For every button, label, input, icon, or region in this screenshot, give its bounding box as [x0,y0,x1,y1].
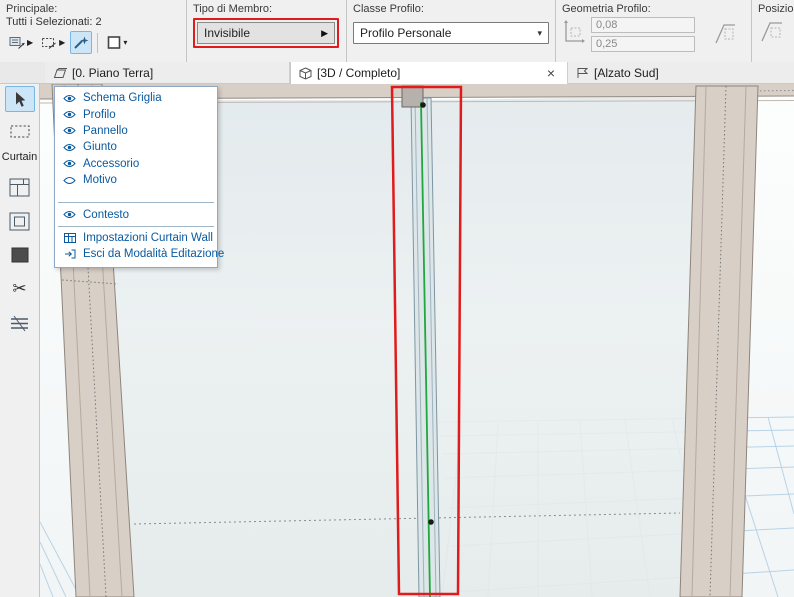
section-label-principale: Principale: [6,3,180,15]
profile-class-value: Profilo Personale [360,26,451,40]
toolbox-sidebar: Curtain ✂ [0,84,40,597]
pickup-parameters-button[interactable] [70,31,92,54]
toolbar-section-principale: Principale: Tutti i Selezionati: 2 ▶ ▶ ▾ [0,0,187,62]
geometry-depth-field[interactable] [591,36,695,52]
curtain-panel-tool[interactable] [5,242,35,268]
member-type-value: Invisibile [204,26,250,40]
menu-item-esci-modalita-editazione[interactable]: Esci da Modalità Editazione [55,246,217,262]
curtain-panel-icon [10,246,30,264]
eye-icon [62,210,77,219]
marquee-mode-icon [41,36,58,50]
menu-item-impostazioni-curtain-wall[interactable]: Impostazioni Curtain Wall [55,230,217,246]
tutorial-highlight-box: Invisibile ▶ [193,18,339,48]
toolbar-section-geometria: Geometria Profilo: [556,0,752,62]
combo-chevron-icon: ▾ [537,28,542,39]
geometry-width-field[interactable] [591,17,695,33]
member-type-dropdown[interactable]: Invisibile ▶ [197,22,335,44]
mullion-anchor-cap [402,86,423,107]
eye-icon [62,126,77,135]
section-label-classe-profilo: Classe Profilo: [353,3,549,15]
menu-item-label: Impostazioni Curtain Wall [83,232,213,244]
menu-item-label: Giunto [83,141,117,153]
eye-icon [62,159,77,168]
dropdown-caret-icon: ▶ [27,38,33,47]
tabbar-spacer [0,62,45,83]
section-label-tipo-membro: Tipo di Membro: [193,3,340,15]
curtain-scheme-tool[interactable] [5,174,35,200]
elevation-icon [576,67,589,79]
section-label-geometria: Geometria Profilo: [562,3,745,15]
layers-icon [9,315,30,332]
scissors-icon: ✂ [12,279,26,299]
curtain-frame-icon [9,212,30,231]
tab-label: [Alzato Sud] [594,66,659,80]
3d-box-icon [299,67,312,80]
info-toolbar: Principale: Tutti i Selezionati: 2 ▶ ▶ ▾ [0,0,794,62]
menu-item-profilo[interactable]: Profilo [55,106,217,122]
3d-viewport[interactable]: Schema Griglia Profilo Pannello Giunto A… [40,84,794,597]
menu-item-label: Accessorio [83,158,139,170]
menu-item-accessorio[interactable]: Accessorio [55,156,217,172]
menu-item-label: Pannello [83,125,128,137]
menu-item-pannello[interactable]: Pannello [55,123,217,139]
menu-item-label: Motivo [83,174,117,186]
menu-item-label: Contesto [83,209,129,221]
settings-grid-icon [62,233,77,243]
curtain-frame-tool[interactable] [5,208,35,234]
curtain-scheme-icon [9,178,30,197]
menu-item-label: Schema Griglia [83,92,162,104]
dropdown-caret-icon: ▾ [123,38,127,47]
archicad-window: Principale: Tutti i Selezionati: 2 ▶ ▶ ▾ [0,0,794,597]
tab-alzato-sud[interactable]: [Alzato Sud] [568,62,794,83]
marquee-mode-button[interactable]: ▶ [38,31,68,54]
section-label-posizione: Posizione s [758,3,788,15]
curtain-palette-label: Curtain [2,151,37,163]
profile-geometry-icon [562,19,587,49]
magic-wand-icon [73,35,89,50]
tab-3d-completo[interactable]: [3D / Completo] × [290,62,568,84]
toolbar-section-tipo-membro: Tipo di Membro: Invisibile ▶ [187,0,347,62]
tab-label: [0. Piano Terra] [72,66,153,80]
story-icon [53,67,67,79]
menu-item-motivo[interactable]: Motivo [55,172,217,188]
menu-item-giunto[interactable]: Giunto [55,139,217,155]
tab-label: [3D / Completo] [317,66,400,80]
menu-separator [58,202,214,203]
marquee-tool[interactable] [5,118,35,144]
arrow-cursor-icon [13,91,27,108]
context-menu: Schema Griglia Profilo Pannello Giunto A… [54,86,218,268]
menu-item-label: Profilo [83,109,116,121]
close-tab-button[interactable]: × [543,66,559,80]
edit-scheme-icon [9,36,26,50]
frame-display-button[interactable]: ▾ [103,31,130,54]
exit-icon [62,249,77,259]
menu-item-contesto[interactable]: Contesto [55,206,217,222]
eye-icon [62,110,77,119]
selection-status: Tutti i Selezionati: 2 [6,16,180,28]
view-tabbar: [0. Piano Terra] [3D / Completo] × [Alza… [0,62,794,84]
profile-geometry-alt-icon [713,19,738,49]
curtain-accessory-tool[interactable] [5,310,35,336]
toolbar-section-posizione: Posizione s [752,0,794,62]
toolbar-section-classe-profilo: Classe Profilo: Profilo Personale ▾ [347,0,556,62]
frame-square-icon [106,35,122,50]
edit-node-top[interactable] [420,102,426,108]
arrow-select-tool[interactable] [5,86,35,112]
menu-separator [58,226,214,227]
eye-icon [62,94,77,103]
edit-node-bottom[interactable] [428,519,434,525]
marquee-icon [10,125,30,138]
curtain-junction-tool[interactable]: ✂ [5,276,35,302]
toolbar-divider [97,33,98,53]
eye-icon [62,143,77,152]
menu-item-label: Esci da Modalità Editazione [83,248,224,260]
profile-class-combobox[interactable]: Profilo Personale ▾ [353,22,549,44]
menu-item-schema-griglia[interactable]: Schema Griglia [55,90,217,106]
eye-closed-icon [62,176,77,185]
tab-piano-terra[interactable]: [0. Piano Terra] [45,62,290,83]
popup-arrow-icon: ▶ [321,28,328,39]
edit-scheme-tool-button[interactable]: ▶ [6,31,36,54]
position-icon [758,19,784,45]
dropdown-caret-icon: ▶ [59,38,65,47]
